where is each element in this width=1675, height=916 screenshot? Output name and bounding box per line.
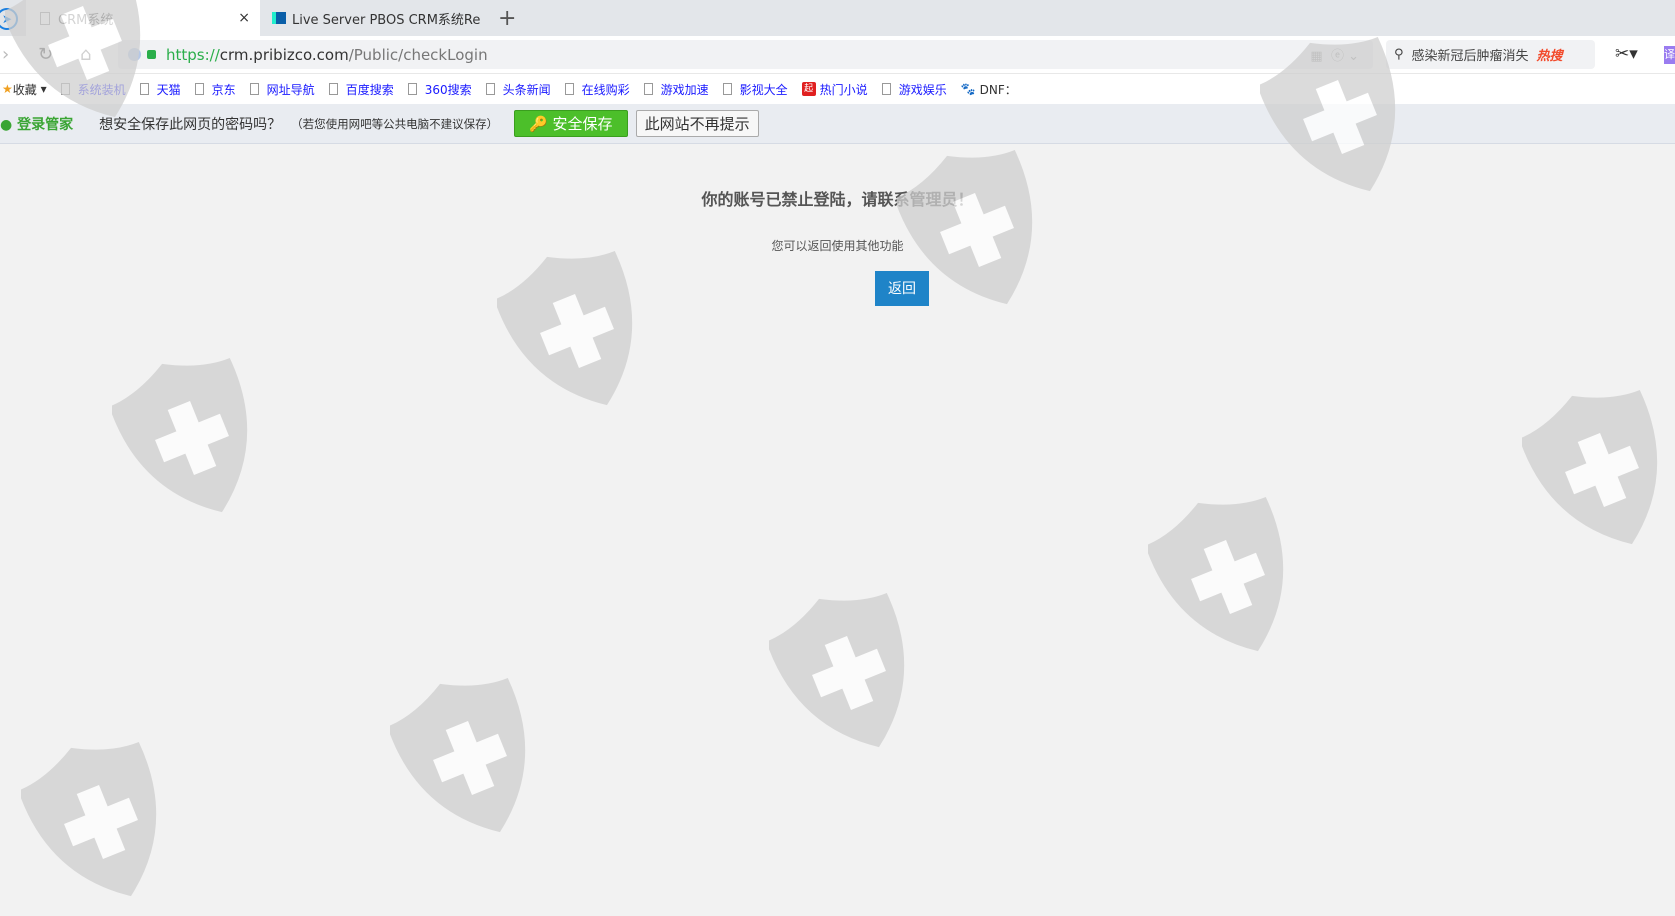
shield-watermark-icon	[387, 668, 550, 852]
baidu-paw-icon: 🐾	[960, 82, 976, 96]
bookmark-item[interactable]: 游戏娱乐	[881, 81, 947, 98]
qr-ie-dropdown-icon[interactable]: ▦ ⓔ ⌄	[1310, 45, 1359, 64]
home-icon[interactable]: ⌂	[80, 44, 91, 65]
page-subtitle: 您可以返回使用其他功能	[771, 239, 904, 253]
reload-icon[interactable]: ↻	[38, 44, 53, 65]
lock-icon	[147, 50, 156, 59]
page-title: 你的账号已禁止登陆，请联系管理员！	[701, 190, 974, 209]
bookmark-item[interactable]: 百度搜索	[328, 81, 394, 98]
toolbar: › ↻ ⌂ https://crm.pribizco.com/Public/ch…	[0, 36, 1675, 74]
bookmark-item[interactable]: 系统装机	[60, 81, 126, 98]
address-bar[interactable]: https://crm.pribizco.com/Public/checkLog…	[118, 40, 1373, 69]
bookmark-item[interactable]: 网址导航	[249, 81, 315, 98]
key-icon: 🔑	[529, 114, 553, 133]
novel-icon: 起	[801, 82, 816, 96]
tab-crm[interactable]: CRM系统 ×	[26, 0, 260, 36]
save-password-note: （若您使用网吧等公共电脑不建议保存）	[291, 116, 499, 131]
bookmark-item[interactable]: 京东	[194, 81, 236, 98]
shield-watermark-icon	[18, 732, 181, 916]
bookmark-item[interactable]: 🐾 DNF：	[961, 81, 1017, 98]
url-path: /Public/checkLogin	[348, 45, 488, 64]
shield-watermark-icon	[766, 583, 929, 767]
shield-watermark-icon	[109, 348, 272, 532]
tab-label: CRM系统	[58, 12, 114, 28]
back-button[interactable]: 返回	[875, 271, 929, 306]
translate-button[interactable]: 译	[1664, 46, 1675, 64]
scissors-icon[interactable]: ✂▾	[1615, 44, 1638, 64]
bookmark-item[interactable]: 360搜索	[407, 81, 472, 98]
bookmarks-bar: ★ 收藏 ▾ 系统装机 天猫 京东 网址导航 百度搜索 360搜索 头条新闻 在线…	[0, 74, 1675, 104]
bookmark-item[interactable]: 在线购彩	[564, 81, 630, 98]
never-remind-button[interactable]: 此网站不再提示	[635, 110, 759, 137]
page-icon	[40, 11, 50, 25]
site-logo-icon	[272, 12, 286, 24]
tab-strip: ➤ CRM系统 × Live Server PBOS CRM系统Re +	[0, 0, 1675, 36]
favorites-menu[interactable]: ★ 收藏 ▾	[2, 81, 47, 98]
url-scheme: https://	[166, 45, 220, 64]
login-manager-brand: ● 登录管家	[0, 116, 74, 133]
site-icon	[128, 48, 141, 61]
browser-logo-icon[interactable]: ➤	[0, 8, 18, 30]
bookmark-item[interactable]: 影视大全	[722, 81, 788, 98]
tab-label: Live Server PBOS CRM系统Re	[292, 12, 481, 28]
shield-watermark-icon	[1519, 380, 1675, 564]
tab-live-server[interactable]: Live Server PBOS CRM系统Re	[262, 0, 490, 36]
bookmark-item[interactable]: 天猫	[139, 81, 181, 98]
safe-save-button[interactable]: 🔑 安全保存	[514, 110, 628, 137]
new-tab-button[interactable]: +	[498, 6, 516, 31]
forward-icon[interactable]: ›	[2, 44, 9, 65]
search-suggestion: 感染新冠后肿瘤消失	[1411, 49, 1529, 64]
save-password-question: 想安全保存此网页的密码吗？	[99, 116, 282, 133]
password-save-bar: ● 登录管家 想安全保存此网页的密码吗？ （若您使用网吧等公共电脑不建议保存） …	[0, 104, 1675, 144]
shield-watermark-icon	[494, 241, 657, 425]
close-tab-icon[interactable]: ×	[238, 10, 250, 26]
bookmark-item[interactable]: 起热门小说	[801, 81, 868, 98]
search-icon: ⚲	[1394, 47, 1404, 62]
bookmark-item[interactable]: 游戏加速	[643, 81, 709, 98]
url-host: crm.pribizco.com	[219, 45, 349, 64]
search-box[interactable]: ⚲ 感染新冠后肿瘤消失 热搜	[1386, 40, 1595, 69]
shield-watermark-icon	[1145, 487, 1308, 671]
hot-search-badge: 热搜	[1536, 49, 1563, 64]
bookmark-item[interactable]: 头条新闻	[485, 81, 551, 98]
